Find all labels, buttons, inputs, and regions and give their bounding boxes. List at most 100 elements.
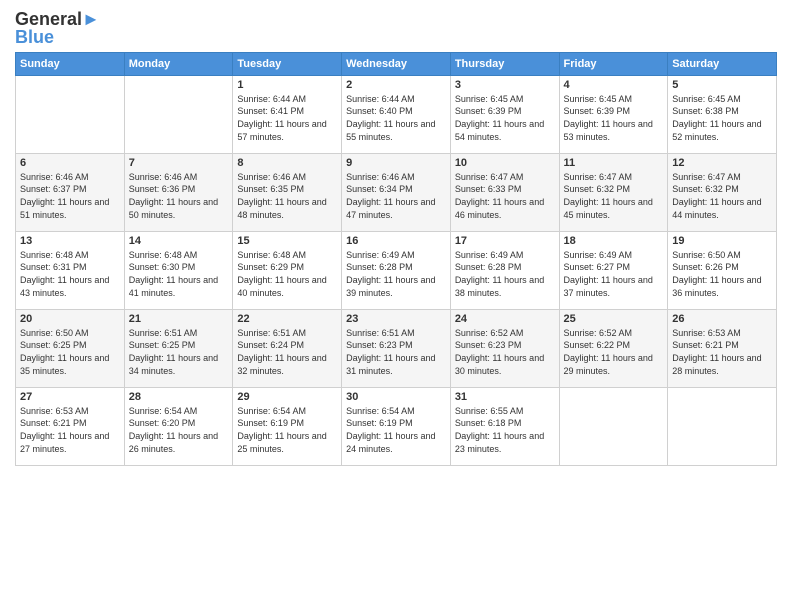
calendar-table: SundayMondayTuesdayWednesdayThursdayFrid… [15,52,777,466]
calendar-cell: 26 Sunrise: 6:53 AM Sunset: 6:21 PM Dayli… [668,309,777,387]
day-number: 10 [455,157,555,169]
day-number: 12 [672,157,772,169]
day-info: Sunrise: 6:51 AM Sunset: 6:23 PM Dayligh… [346,327,446,377]
day-header-tuesday: Tuesday [233,52,342,75]
day-number: 7 [129,157,229,169]
day-number: 20 [20,313,120,325]
calendar-cell: 18 Sunrise: 6:49 AM Sunset: 6:27 PM Dayli… [559,231,668,309]
day-header-monday: Monday [124,52,233,75]
day-number: 15 [237,235,337,247]
day-number: 13 [20,235,120,247]
day-info: Sunrise: 6:47 AM Sunset: 6:33 PM Dayligh… [455,171,555,221]
day-number: 17 [455,235,555,247]
day-info: Sunrise: 6:50 AM Sunset: 6:26 PM Dayligh… [672,249,772,299]
day-info: Sunrise: 6:44 AM Sunset: 6:40 PM Dayligh… [346,93,446,143]
day-info: Sunrise: 6:46 AM Sunset: 6:34 PM Dayligh… [346,171,446,221]
day-number: 3 [455,79,555,91]
day-info: Sunrise: 6:48 AM Sunset: 6:30 PM Dayligh… [129,249,229,299]
day-info: Sunrise: 6:51 AM Sunset: 6:24 PM Dayligh… [237,327,337,377]
day-info: Sunrise: 6:48 AM Sunset: 6:31 PM Dayligh… [20,249,120,299]
calendar-cell [124,75,233,153]
day-info: Sunrise: 6:45 AM Sunset: 6:39 PM Dayligh… [455,93,555,143]
calendar-cell: 27Sunrise: 6:53 AM Sunset: 6:21 PM Dayli… [16,387,125,465]
day-number: 8 [237,157,337,169]
day-number: 27 [20,391,120,403]
calendar-week-4: 20 Sunrise: 6:50 AM Sunset: 6:25 PM Dayli… [16,309,777,387]
day-number: 14 [129,235,229,247]
day-info: Sunrise: 6:51 AM Sunset: 6:25 PM Dayligh… [129,327,229,377]
day-header-sunday: Sunday [16,52,125,75]
calendar-cell: 1Sunrise: 6:44 AM Sunset: 6:41 PM Daylig… [233,75,342,153]
day-info: Sunrise: 6:46 AM Sunset: 6:36 PM Dayligh… [129,171,229,221]
day-number: 26 [672,313,772,325]
calendar-cell: 30 Sunrise: 6:54 AM Sunset: 6:19 PM Dayli… [342,387,451,465]
calendar-cell: 14 Sunrise: 6:48 AM Sunset: 6:30 PM Dayli… [124,231,233,309]
day-header-friday: Friday [559,52,668,75]
header: General► Blue [15,10,777,46]
day-number: 29 [237,391,337,403]
day-header-saturday: Saturday [668,52,777,75]
day-number: 4 [564,79,664,91]
day-info: Sunrise: 6:47 AM Sunset: 6:32 PM Dayligh… [672,171,772,221]
calendar-cell: 4 Sunrise: 6:45 AM Sunset: 6:39 PM Daylig… [559,75,668,153]
day-number: 6 [20,157,120,169]
day-info: Sunrise: 6:52 AM Sunset: 6:22 PM Dayligh… [564,327,664,377]
calendar-cell [16,75,125,153]
day-info: Sunrise: 6:46 AM Sunset: 6:37 PM Dayligh… [20,171,120,221]
calendar-cell: 20 Sunrise: 6:50 AM Sunset: 6:25 PM Dayli… [16,309,125,387]
day-number: 5 [672,79,772,91]
day-info: Sunrise: 6:54 AM Sunset: 6:19 PM Dayligh… [237,405,337,455]
calendar-cell [559,387,668,465]
day-info: Sunrise: 6:50 AM Sunset: 6:25 PM Dayligh… [20,327,120,377]
calendar-cell: 6 Sunrise: 6:46 AM Sunset: 6:37 PM Daylig… [16,153,125,231]
day-number: 16 [346,235,446,247]
calendar-cell: 11 Sunrise: 6:47 AM Sunset: 6:32 PM Dayli… [559,153,668,231]
day-number: 18 [564,235,664,247]
calendar-cell: 25 Sunrise: 6:52 AM Sunset: 6:22 PM Dayli… [559,309,668,387]
calendar-cell: 2 Sunrise: 6:44 AM Sunset: 6:40 PM Daylig… [342,75,451,153]
day-header-thursday: Thursday [450,52,559,75]
logo: General► Blue [15,10,100,46]
calendar-cell: 22 Sunrise: 6:51 AM Sunset: 6:24 PM Dayli… [233,309,342,387]
calendar-cell: 16 Sunrise: 6:49 AM Sunset: 6:28 PM Dayli… [342,231,451,309]
calendar-cell: 28Sunrise: 6:54 AM Sunset: 6:20 PM Dayli… [124,387,233,465]
page: General► Blue SundayMondayTuesdayWednesd… [0,0,792,612]
calendar-cell: 13 Sunrise: 6:48 AM Sunset: 6:31 PM Dayli… [16,231,125,309]
day-info: Sunrise: 6:49 AM Sunset: 6:28 PM Dayligh… [455,249,555,299]
calendar-cell: 17 Sunrise: 6:49 AM Sunset: 6:28 PM Dayli… [450,231,559,309]
day-number: 2 [346,79,446,91]
day-number: 25 [564,313,664,325]
day-info: Sunrise: 6:55 AM Sunset: 6:18 PM Dayligh… [455,405,555,455]
day-info: Sunrise: 6:47 AM Sunset: 6:32 PM Dayligh… [564,171,664,221]
calendar-body: 1Sunrise: 6:44 AM Sunset: 6:41 PM Daylig… [16,75,777,465]
day-number: 28 [129,391,229,403]
day-info: Sunrise: 6:54 AM Sunset: 6:19 PM Dayligh… [346,405,446,455]
calendar-cell: 8 Sunrise: 6:46 AM Sunset: 6:35 PM Daylig… [233,153,342,231]
day-number: 11 [564,157,664,169]
calendar-week-5: 27Sunrise: 6:53 AM Sunset: 6:21 PM Dayli… [16,387,777,465]
calendar-cell: 31 Sunrise: 6:55 AM Sunset: 6:18 PM Dayli… [450,387,559,465]
day-number: 1 [237,79,337,91]
day-number: 22 [237,313,337,325]
calendar-header: SundayMondayTuesdayWednesdayThursdayFrid… [16,52,777,75]
calendar-cell: 10 Sunrise: 6:47 AM Sunset: 6:33 PM Dayli… [450,153,559,231]
calendar-cell: 3 Sunrise: 6:45 AM Sunset: 6:39 PM Daylig… [450,75,559,153]
calendar-cell: 21Sunrise: 6:51 AM Sunset: 6:25 PM Dayli… [124,309,233,387]
day-info: Sunrise: 6:52 AM Sunset: 6:23 PM Dayligh… [455,327,555,377]
calendar-cell [668,387,777,465]
day-info: Sunrise: 6:49 AM Sunset: 6:27 PM Dayligh… [564,249,664,299]
calendar-cell: 7 Sunrise: 6:46 AM Sunset: 6:36 PM Daylig… [124,153,233,231]
calendar-cell: 19Sunrise: 6:50 AM Sunset: 6:26 PM Dayli… [668,231,777,309]
day-info: Sunrise: 6:48 AM Sunset: 6:29 PM Dayligh… [237,249,337,299]
day-number: 30 [346,391,446,403]
day-number: 31 [455,391,555,403]
day-number: 24 [455,313,555,325]
calendar-cell: 12 Sunrise: 6:47 AM Sunset: 6:32 PM Dayli… [668,153,777,231]
calendar-cell: 24 Sunrise: 6:52 AM Sunset: 6:23 PM Dayli… [450,309,559,387]
day-info: Sunrise: 6:45 AM Sunset: 6:39 PM Dayligh… [564,93,664,143]
day-info: Sunrise: 6:53 AM Sunset: 6:21 PM Dayligh… [672,327,772,377]
calendar-week-1: 1Sunrise: 6:44 AM Sunset: 6:41 PM Daylig… [16,75,777,153]
calendar-cell: 5Sunrise: 6:45 AM Sunset: 6:38 PM Daylig… [668,75,777,153]
day-info: Sunrise: 6:46 AM Sunset: 6:35 PM Dayligh… [237,171,337,221]
day-info: Sunrise: 6:49 AM Sunset: 6:28 PM Dayligh… [346,249,446,299]
